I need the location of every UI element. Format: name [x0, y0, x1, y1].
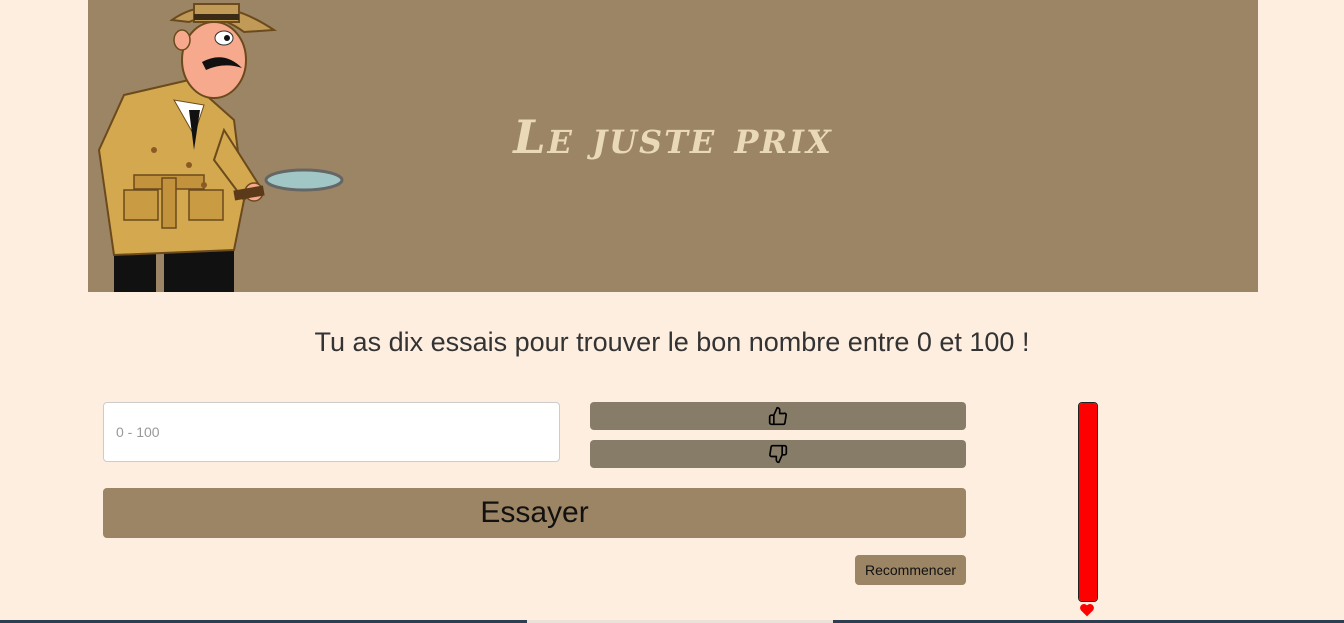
header-banner: Le juste prix: [88, 0, 1258, 292]
instructions-text: Tu as dix essais pour trouver le bon nom…: [314, 327, 1030, 357]
lower-hint-indicator: [590, 440, 966, 468]
heart-icon: [1080, 603, 1094, 617]
thumbs-down-icon: [769, 444, 788, 464]
guess-input[interactable]: [103, 402, 560, 462]
thumbs-up-icon: [768, 406, 787, 426]
higher-hint-indicator: [590, 402, 966, 430]
lives-gauge-fill: [1079, 403, 1097, 601]
page-title: Le juste prix: [513, 110, 833, 164]
lives-gauge: [1078, 402, 1098, 602]
page: Le juste prix Tu as dix essais pour trou…: [0, 0, 1344, 623]
restart-button[interactable]: Recommencer: [855, 555, 966, 585]
try-button[interactable]: Essayer: [103, 488, 966, 538]
